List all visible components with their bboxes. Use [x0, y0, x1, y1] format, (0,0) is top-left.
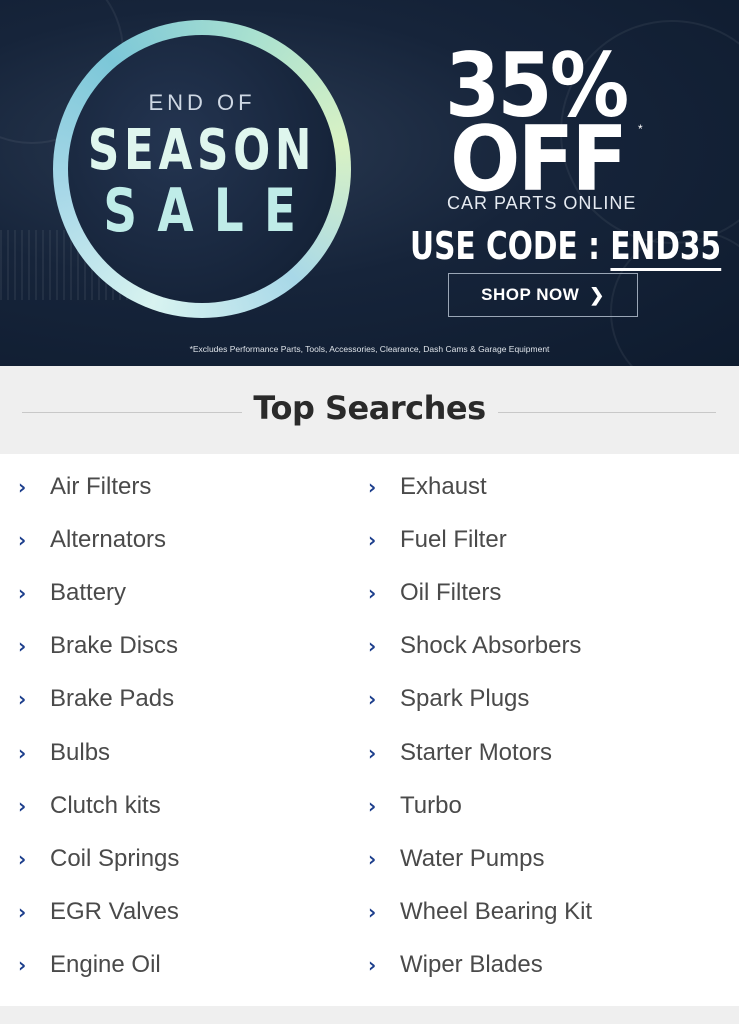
divider	[22, 412, 242, 413]
chevron-right-icon: ›	[18, 527, 27, 552]
season-text: SEASON	[87, 118, 317, 183]
promo-code: END35	[610, 224, 722, 271]
chevron-right-icon: ›	[368, 846, 377, 871]
chevron-right-icon: ❯	[589, 284, 605, 305]
chevron-right-icon: ›	[368, 687, 377, 712]
chevron-right-icon: ›	[18, 687, 27, 712]
sale-text: SALE	[103, 176, 317, 246]
top-searches-list: › Air Filters › Alternators › Battery › Brak…	[0, 454, 739, 1006]
discount-off: OFF	[450, 107, 628, 212]
banner-subtitle: CAR PARTS ONLINE	[447, 193, 637, 213]
search-link[interactable]: › Turbo	[368, 779, 592, 832]
search-link[interactable]: › Water Pumps	[368, 832, 592, 885]
chevron-right-icon: ›	[18, 580, 27, 605]
chevron-right-icon: ›	[368, 740, 377, 765]
shop-now-button[interactable]: SHOP NOW ❯	[448, 273, 638, 317]
search-link[interactable]: › Air Filters	[18, 460, 179, 513]
chevron-right-icon: ›	[368, 900, 377, 925]
chevron-right-icon: ›	[368, 474, 377, 499]
search-link[interactable]: › Coil Springs	[18, 832, 179, 885]
chevron-right-icon: ›	[18, 634, 27, 659]
search-link[interactable]: › Battery	[18, 566, 179, 619]
chevron-right-icon: ›	[18, 474, 27, 499]
divider	[498, 412, 716, 413]
search-link[interactable]: › Wiper Blades	[368, 939, 592, 992]
search-link[interactable]: › Wheel Bearing Kit	[368, 886, 592, 939]
search-link[interactable]: › Starter Motors	[368, 726, 592, 779]
top-searches-header: Top Searches	[0, 366, 739, 454]
end-of-text: END OF	[148, 90, 256, 115]
search-link[interactable]: › Spark Plugs	[368, 673, 592, 726]
disclaimer: *Excludes Performance Parts, Tools, Acce…	[189, 344, 550, 354]
chevron-right-icon: ›	[18, 740, 27, 765]
search-link[interactable]: › Engine Oil	[18, 939, 179, 992]
chevron-right-icon: ›	[18, 953, 27, 978]
code-prefix: USE CODE :	[410, 224, 600, 268]
chevron-right-icon: ›	[368, 634, 377, 659]
chevron-right-icon: ›	[368, 580, 377, 605]
search-link[interactable]: › Clutch kits	[18, 779, 179, 832]
section-title: Top Searches	[253, 389, 486, 427]
chevron-right-icon: ›	[18, 793, 27, 818]
asterisk: *	[638, 122, 643, 136]
chevron-right-icon: ›	[18, 846, 27, 871]
chevron-right-icon: ›	[368, 953, 377, 978]
search-link[interactable]: › Shock Absorbers	[368, 620, 592, 673]
right-column: › Exhaust › Fuel Filter › Oil Filters › Shoc…	[368, 454, 592, 986]
promo-code-row: USE CODE : END35	[410, 224, 722, 271]
chevron-right-icon: ›	[368, 793, 377, 818]
search-link[interactable]: › Fuel Filter	[368, 513, 592, 566]
search-link[interactable]: › Exhaust	[368, 460, 592, 513]
search-link[interactable]: › Brake Pads	[18, 673, 179, 726]
search-link[interactable]: › Bulbs	[18, 726, 179, 779]
left-column: › Air Filters › Alternators › Battery › Brak…	[18, 454, 179, 986]
shop-now-label: SHOP NOW	[481, 285, 580, 304]
search-link[interactable]: › Alternators	[18, 513, 179, 566]
search-link[interactable]: › EGR Valves	[18, 886, 179, 939]
chevron-right-icon: ›	[368, 527, 377, 552]
search-link[interactable]: › Brake Discs	[18, 620, 179, 673]
chevron-right-icon: ›	[18, 900, 27, 925]
search-link[interactable]: › Oil Filters	[368, 566, 592, 619]
promo-banner[interactable]: END OF SEASON SALE 35% OFF * CAR PARTS O…	[0, 0, 739, 366]
